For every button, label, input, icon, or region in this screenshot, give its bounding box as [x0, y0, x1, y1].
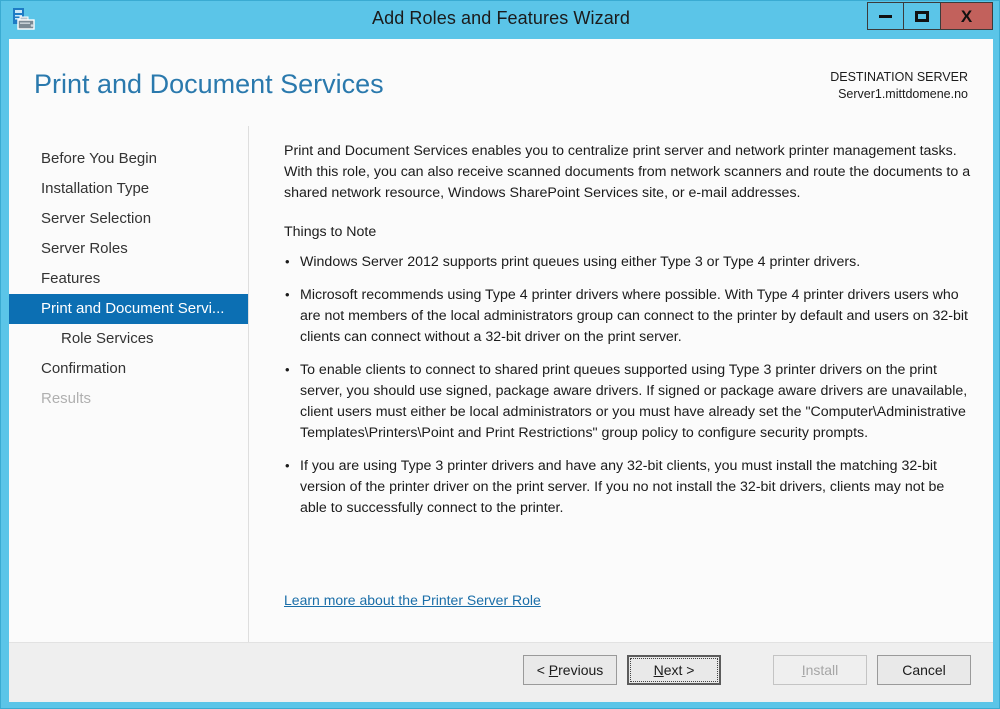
content-pane: Print and Document Services enables you …: [250, 126, 993, 643]
sidebar-item-server-selection[interactable]: Server Selection: [9, 204, 248, 234]
list-item: To enable clients to connect to shared p…: [284, 359, 974, 444]
window-controls: X: [867, 2, 993, 30]
sidebar-item-results: Results: [41, 390, 92, 407]
previous-button[interactable]: < Previous: [523, 655, 617, 685]
list-item: Windows Server 2012 supports print queue…: [284, 251, 974, 273]
close-button[interactable]: X: [941, 2, 993, 30]
body-area: Before You Begin Installation Type Serve…: [9, 126, 993, 643]
wizard-window: Add Roles and Features Wizard X Print an…: [0, 0, 1000, 709]
next-button[interactable]: Next >: [627, 655, 721, 685]
sidebar-item-before-you-begin[interactable]: Before You Begin: [9, 144, 248, 174]
intro-paragraph: Print and Document Services enables you …: [284, 143, 971, 201]
cancel-button[interactable]: Cancel: [877, 655, 971, 685]
destination-server-label: DESTINATION SERVER: [830, 70, 968, 84]
maximize-button[interactable]: [904, 2, 941, 30]
next-button-label: Next >: [653, 662, 695, 678]
close-icon: X: [960, 6, 973, 26]
previous-button-label: < Previous: [536, 662, 604, 678]
things-to-note-heading: Things to Note: [284, 224, 377, 240]
minimize-icon: [879, 14, 892, 18]
footer-bar: < Previous Next > Install Cancel: [9, 642, 993, 702]
window-title: Add Roles and Features Wizard: [371, 8, 631, 28]
sidebar-item-confirmation[interactable]: Confirmation: [9, 354, 248, 384]
client-area: Print and Document Services DESTINATION …: [9, 39, 993, 702]
learn-more-link[interactable]: Learn more about the Printer Server Role: [284, 592, 541, 608]
title-bar: Add Roles and Features Wizard X: [1, 1, 1000, 39]
destination-server-value: Server1.mittdomene.no: [838, 87, 968, 101]
sidebar-item-role-services[interactable]: Role Services: [9, 324, 248, 354]
page-header: Print and Document Services DESTINATION …: [9, 39, 993, 126]
content-inner: Print and Document Services enables you …: [284, 141, 974, 531]
install-button-label: Install: [801, 662, 839, 678]
wizard-step-nav: Before You Begin Installation Type Serve…: [9, 126, 249, 643]
destination-server: DESTINATION SERVER Server1.mittdomene.no: [830, 69, 968, 103]
minimize-button[interactable]: [867, 2, 904, 30]
list-item: If you are using Type 3 printer drivers …: [284, 455, 974, 519]
page-title: Print and Document Services: [34, 69, 384, 99]
sidebar-item-print-and-document-services[interactable]: Print and Document Servi...: [9, 294, 248, 324]
sidebar-item-features[interactable]: Features: [9, 264, 248, 294]
sidebar-item-server-roles[interactable]: Server Roles: [9, 234, 248, 264]
list-item: Microsoft recommends using Type 4 printe…: [284, 284, 974, 348]
notes-list: Windows Server 2012 supports print queue…: [284, 251, 974, 519]
install-button: Install: [773, 655, 867, 685]
footer-buttons: < Previous Next > Install Cancel: [523, 655, 971, 685]
maximize-icon: [915, 10, 929, 22]
sidebar-item-installation-type[interactable]: Installation Type: [9, 174, 248, 204]
